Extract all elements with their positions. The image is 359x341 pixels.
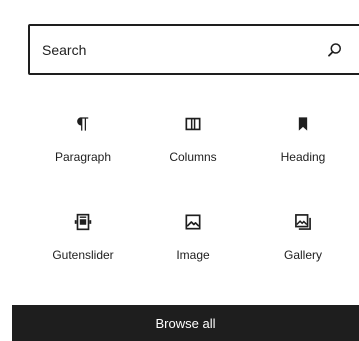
block-item-gallery[interactable]: Gallery <box>248 200 358 298</box>
block-grid: Paragraph Columns Heading Gutenslider Im… <box>28 102 359 298</box>
search-input[interactable] <box>30 26 325 73</box>
block-item-gutenslider[interactable]: Gutenslider <box>28 200 138 298</box>
block-item-paragraph[interactable]: Paragraph <box>28 102 138 200</box>
block-item-heading[interactable]: Heading <box>248 102 358 200</box>
block-label: Image <box>176 248 210 262</box>
search-box[interactable] <box>28 24 359 75</box>
slider-icon <box>71 210 95 234</box>
search-container <box>16 24 359 75</box>
block-label: Gallery <box>283 248 322 262</box>
search-icon[interactable] <box>325 40 345 60</box>
gallery-icon <box>291 210 315 234</box>
browse-all-button[interactable]: Browse all <box>12 305 359 341</box>
image-icon <box>181 210 205 234</box>
columns-icon <box>181 112 205 136</box>
block-label: Columns <box>169 150 217 164</box>
bookmark-icon <box>291 112 315 136</box>
block-item-image[interactable]: Image <box>138 200 248 298</box>
block-inserter-panel: Paragraph Columns Heading <box>0 0 359 341</box>
block-label: Gutenslider <box>52 248 114 262</box>
block-label: Paragraph <box>54 150 112 164</box>
paragraph-icon <box>71 112 95 136</box>
block-label: Heading <box>280 150 326 164</box>
block-item-columns[interactable]: Columns <box>138 102 248 200</box>
